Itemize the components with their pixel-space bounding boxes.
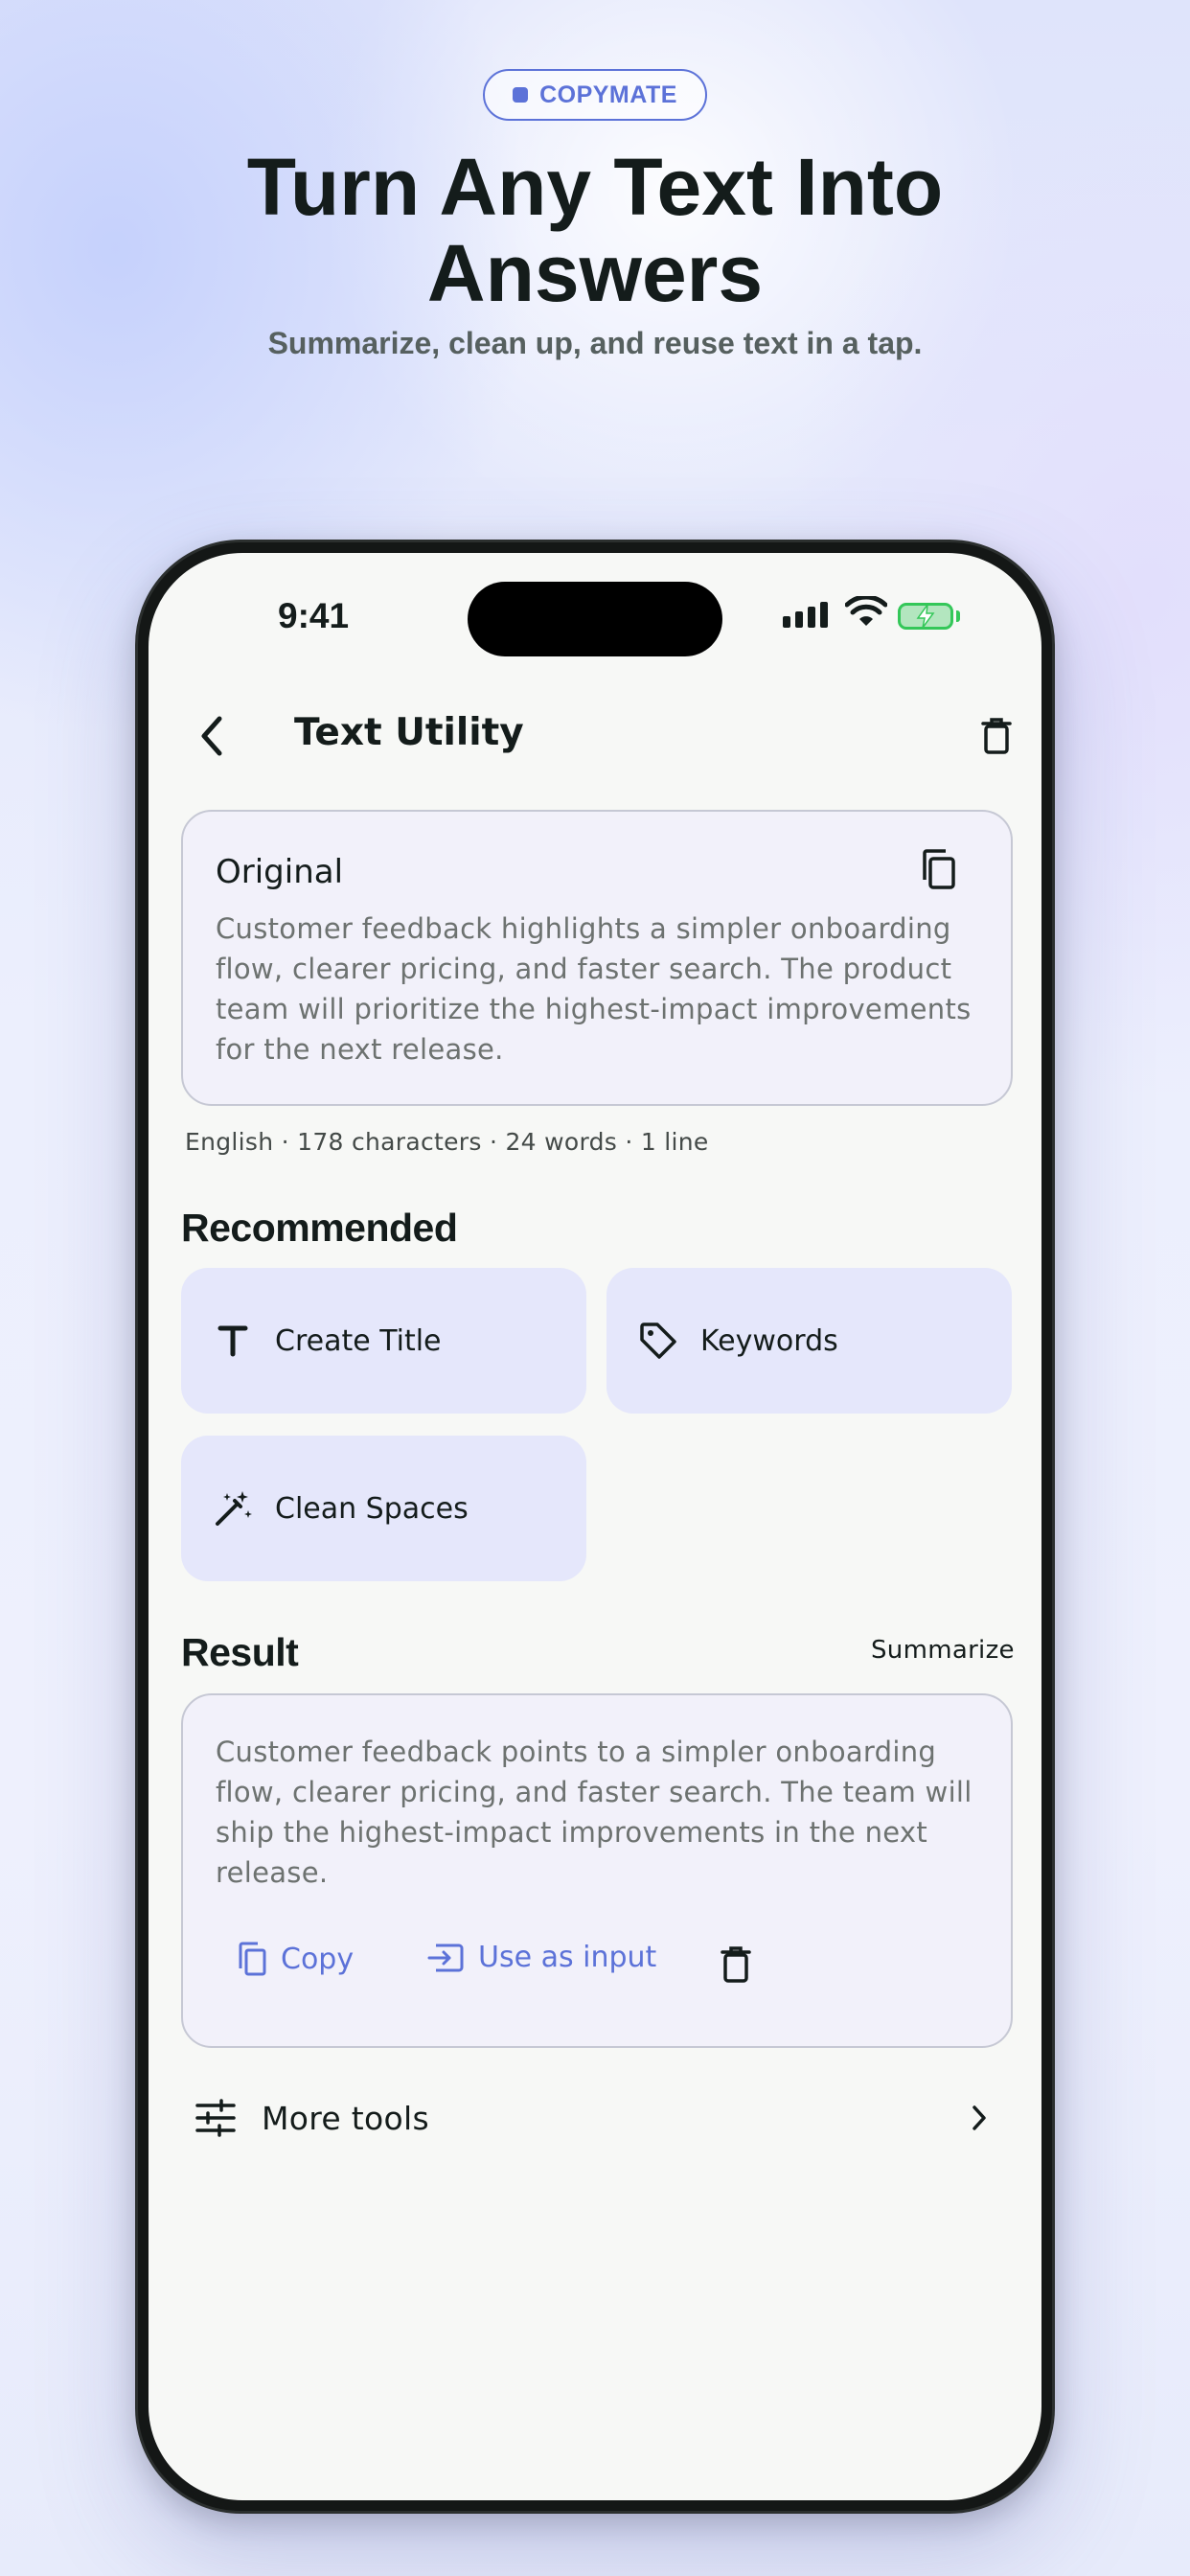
delete-result-button[interactable]: [712, 1941, 760, 1989]
cellular-signal-icon: [783, 602, 828, 628]
wifi-icon: [845, 596, 887, 626]
dynamic-island: [468, 582, 722, 656]
create-title-button[interactable]: Create Title: [181, 1268, 586, 1414]
headline-line-2: Answers: [426, 228, 764, 318]
use-as-input-button[interactable]: Use as input: [426, 1941, 656, 1974]
clear-all-button[interactable]: [973, 712, 1020, 760]
charging-bolt-icon: [916, 603, 935, 629]
copy-result-button[interactable]: Copy: [237, 1941, 354, 1977]
page-title: Text Utility: [294, 711, 524, 754]
chevron-right-icon: [957, 2096, 1001, 2140]
sliders-icon: [189, 2091, 242, 2145]
battery-cap: [956, 610, 960, 622]
more-tools-row[interactable]: More tools: [181, 2084, 1013, 2151]
headline-line-1: Turn Any Text Into: [246, 142, 944, 232]
tag-icon: [637, 1320, 679, 1362]
recommended-heading: Recommended: [181, 1206, 458, 1250]
keywords-button[interactable]: Keywords: [606, 1268, 1012, 1414]
magic-wand-icon: [212, 1487, 254, 1530]
copy-original-button[interactable]: [909, 840, 967, 898]
badge-label: COPYMATE: [539, 80, 677, 108]
status-time: 9:41: [278, 596, 350, 635]
result-mode-label: Summarize: [871, 1636, 1015, 1665]
copy-label: Copy: [281, 1942, 355, 1976]
badge-dot: [513, 87, 529, 103]
copy-icon: [923, 849, 955, 889]
headline: Turn Any Text Into Answers: [0, 144, 1190, 316]
original-text: Customer feedback highlights a simpler o…: [216, 912, 972, 1066]
trash-icon: [981, 718, 1012, 754]
result-text: Customer feedback points to a simpler on…: [216, 1736, 973, 1889]
title-icon: [212, 1320, 254, 1362]
result-heading: Result: [181, 1630, 299, 1674]
more-tools-label: More tools: [262, 2099, 429, 2137]
create-title-label: Create Title: [275, 1323, 442, 1358]
clean-spaces-label: Clean Spaces: [275, 1491, 469, 1526]
input-arrow-icon: [427, 1944, 464, 1971]
phone-screen: 9:41 Text Utility Original Customer feed…: [149, 553, 1041, 2500]
brand-badge: COPYMATE: [483, 69, 707, 121]
phone-frame: 9:41 Text Utility Original Customer feed…: [135, 540, 1055, 2514]
original-label: Original: [216, 853, 344, 891]
copy-icon: [239, 1942, 266, 1976]
use-as-input-label: Use as input: [478, 1941, 657, 1974]
trash-icon: [721, 1946, 751, 1983]
back-button[interactable]: [189, 712, 237, 760]
chevron-left-icon: [201, 716, 222, 756]
text-stats: English · 178 characters · 24 words · 1 …: [185, 1128, 709, 1156]
subheadline: Summarize, clean up, and reuse text in a…: [267, 326, 923, 360]
clean-spaces-button[interactable]: Clean Spaces: [181, 1436, 586, 1581]
keywords-label: Keywords: [700, 1323, 838, 1358]
